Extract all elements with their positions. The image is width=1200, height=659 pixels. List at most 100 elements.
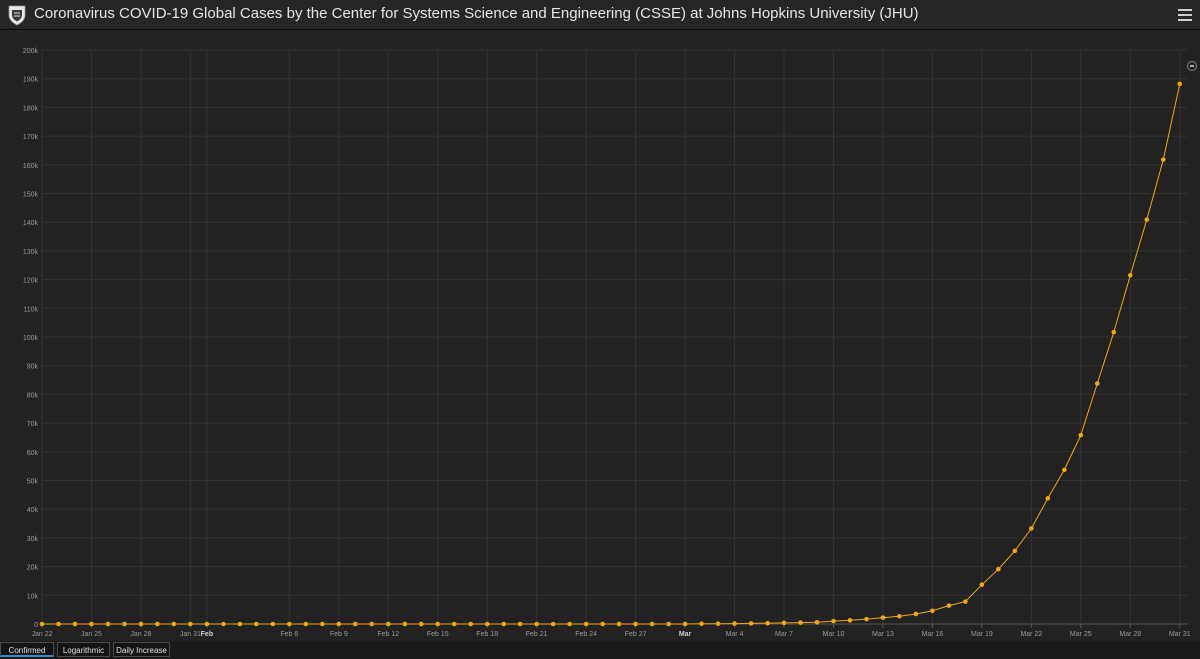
data-point — [534, 621, 539, 627]
x-tick-label: Mar 19 — [971, 631, 993, 638]
data-point — [352, 621, 358, 627]
data-point — [56, 621, 61, 627]
data-point — [864, 616, 869, 622]
y-tick-label: 10k — [27, 593, 39, 600]
x-tick-label: Feb 27 — [625, 631, 647, 638]
x-tick-label: Mar 13 — [872, 631, 894, 638]
y-tick-label: 40k — [27, 507, 39, 514]
data-point — [270, 621, 276, 627]
data-point — [699, 621, 704, 627]
data-point — [567, 621, 572, 627]
data-point — [732, 621, 737, 626]
data-point — [1144, 217, 1150, 222]
data-point — [633, 621, 638, 627]
data-point — [418, 621, 424, 627]
data-point — [897, 613, 902, 619]
data-point — [913, 611, 919, 617]
data-point — [616, 621, 622, 627]
data-point — [484, 621, 490, 627]
tab-confirmed[interactable]: Confirmed — [0, 642, 54, 657]
data-point — [385, 621, 391, 627]
data-point — [171, 621, 177, 627]
y-tick-label: 120k — [23, 278, 39, 285]
data-point — [122, 621, 127, 627]
x-tick-label: Feb — [201, 631, 213, 638]
x-tick-label: Jan 28 — [130, 631, 151, 638]
data-point — [1111, 329, 1117, 335]
x-tick-label: Feb 12 — [377, 631, 399, 638]
x-tick-label: Mar 4 — [726, 631, 744, 638]
data-point — [287, 621, 292, 627]
x-tick-label: Mar 22 — [1020, 631, 1042, 638]
x-tick-label: Mar 25 — [1070, 631, 1092, 638]
y-tick-label: 90k — [27, 364, 39, 371]
x-tick-label: Mar 7 — [775, 631, 793, 638]
data-point — [138, 621, 144, 627]
data-point — [435, 621, 441, 627]
data-point — [402, 621, 408, 627]
data-point — [831, 618, 836, 624]
data-point — [501, 621, 506, 627]
data-point — [1095, 381, 1100, 386]
y-tick-label: 50k — [27, 479, 39, 486]
data-point — [814, 619, 820, 625]
data-point — [880, 615, 886, 620]
data-point — [765, 620, 770, 626]
data-point — [254, 621, 259, 627]
tab-logarithmic[interactable]: Logarithmic — [57, 642, 110, 657]
data-point — [682, 621, 688, 627]
data-point — [1029, 526, 1034, 531]
data-point — [847, 617, 853, 623]
x-tick-label: Jan 25 — [81, 631, 102, 638]
data-point — [155, 621, 160, 627]
y-tick-label: 30k — [27, 536, 39, 543]
data-point — [105, 621, 111, 627]
data-point — [39, 621, 45, 627]
data-point — [996, 566, 1001, 572]
x-tick-label: Feb 15 — [427, 631, 449, 638]
data-point — [517, 621, 523, 627]
data-point — [89, 621, 94, 627]
data-point — [303, 621, 309, 627]
chart-panel: 0 10k 20k 30k 40k 50k 60k 70k 80k 90k 100k 110k 120k… — [0, 30, 1200, 641]
data-point — [715, 621, 721, 627]
data-point — [798, 620, 803, 625]
data-point — [946, 603, 952, 608]
data-point — [451, 621, 457, 627]
data-point — [369, 621, 375, 627]
y-tick-label: 130k — [23, 249, 39, 256]
page-title: Coronavirus COVID-19 Global Cases by the… — [34, 5, 919, 22]
data-point — [320, 621, 325, 627]
y-tick-label: 160k — [23, 163, 39, 170]
y-tick-label: 60k — [27, 450, 39, 457]
y-tick-label: 100k — [23, 335, 39, 342]
data-point — [963, 599, 968, 604]
hamburger-menu-icon[interactable] — [1178, 6, 1192, 22]
data-point — [649, 621, 655, 627]
line-chart: 0 10k 20k 30k 40k 50k 60k 70k 80k 90k 100k 110k 120k… — [23, 48, 1191, 638]
y-tick-label: 150k — [23, 192, 39, 199]
data-point — [666, 621, 671, 627]
data-point — [468, 621, 474, 627]
x-tick-label: Mar 16 — [922, 631, 944, 638]
y-tick-label: 180k — [23, 105, 39, 112]
data-point — [583, 621, 589, 627]
data-point — [1177, 81, 1183, 87]
x-tick-label: Feb 24 — [575, 631, 597, 638]
data-point — [748, 621, 754, 626]
y-tick-label: 80k — [27, 392, 39, 399]
data-point — [1160, 157, 1166, 162]
chart-tabs: Confirmed Logarithmic Daily Increase — [0, 641, 1200, 659]
data-point — [1012, 548, 1018, 554]
data-point — [1127, 272, 1133, 278]
tab-daily-increase[interactable]: Daily Increase — [113, 642, 170, 657]
x-tick-label: Feb 6 — [280, 631, 298, 638]
x-tick-label: Mar 31 — [1169, 631, 1191, 638]
data-point — [237, 621, 243, 627]
header-bar: Coronavirus COVID-19 Global Cases by the… — [0, 0, 1200, 30]
data-point — [72, 621, 78, 627]
data-point — [1078, 432, 1084, 438]
chart-options-icon[interactable] — [1187, 61, 1197, 71]
x-tick-label: Feb 18 — [476, 631, 498, 638]
y-tick-label: 20k — [27, 565, 39, 572]
